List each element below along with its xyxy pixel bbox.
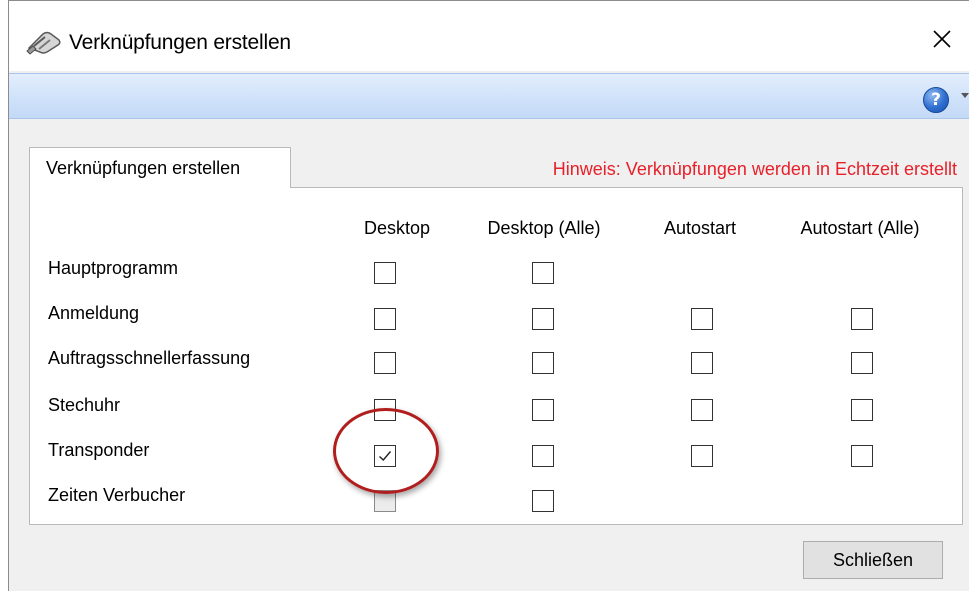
title-bar: Verknüpfungen erstellen xyxy=(9,1,969,71)
checkbox-stechuhr-autostart-alle[interactable] xyxy=(851,399,873,421)
checkbox-transponder-autostart-alle[interactable] xyxy=(851,445,873,467)
tab-verknuepfungen[interactable]: Verknüpfungen erstellen xyxy=(29,147,291,188)
close-button[interactable]: Schließen xyxy=(803,541,943,579)
column-header-autostart-all: Autostart (Alle) xyxy=(800,218,920,238)
row-label-zeiten-verbucher: Zeiten Verbucher xyxy=(48,485,186,505)
column-header-desktop: Desktop xyxy=(363,218,431,238)
chevron-down-icon[interactable] xyxy=(961,93,969,98)
checkbox-hauptprogramm-desktop-alle[interactable] xyxy=(532,262,554,284)
dialog-window: Verknüpfungen erstellen ? Verknüpfungen … xyxy=(8,0,969,591)
shortcut-panel: Desktop Desktop (Alle) Autostart Autosta… xyxy=(29,187,963,525)
column-header-desktop-all: Desktop (Alle) xyxy=(487,218,601,238)
row-label-anmeldung: Anmeldung xyxy=(48,303,140,323)
checkbox-anmeldung-desktop-alle[interactable] xyxy=(532,308,554,330)
checkbox-anmeldung-desktop[interactable] xyxy=(374,308,396,330)
row-label-auftragsschnellerfassung: Auftragsschnellerfassung xyxy=(48,348,251,368)
row-label-stechuhr: Stechuhr xyxy=(48,395,121,415)
checkbox-auftragsschnellerfassung-autostart-alle[interactable] xyxy=(851,352,873,374)
checkbox-zeiten-verbucher-desktop-alle[interactable] xyxy=(532,490,554,512)
checkbox-hauptprogramm-desktop[interactable] xyxy=(374,262,396,284)
checkmark-icon xyxy=(379,451,392,462)
window-close-button[interactable] xyxy=(915,15,969,67)
checkbox-stechuhr-autostart[interactable] xyxy=(691,399,713,421)
checkbox-zeiten-verbucher-desktop xyxy=(374,490,396,512)
column-header-autostart: Autostart xyxy=(663,218,737,238)
checkbox-auftragsschnellerfassung-desktop[interactable] xyxy=(374,352,396,374)
window-title: Verknüpfungen erstellen xyxy=(69,31,291,54)
close-icon xyxy=(932,29,952,54)
checkbox-auftragsschnellerfassung-desktop-alle[interactable] xyxy=(532,352,554,374)
checkbox-anmeldung-autostart[interactable] xyxy=(691,308,713,330)
help-icon[interactable]: ? xyxy=(923,87,949,113)
checkbox-transponder-autostart[interactable] xyxy=(691,445,713,467)
checkbox-anmeldung-autostart-alle[interactable] xyxy=(851,308,873,330)
realtime-hint: Hinweis: Verknüpfungen werden in Echtzei… xyxy=(552,159,957,179)
checkbox-transponder-desktop-alle[interactable] xyxy=(532,445,554,467)
checkbox-auftragsschnellerfassung-autostart[interactable] xyxy=(691,352,713,374)
help-ribbon: ? xyxy=(9,73,969,119)
checkbox-stechuhr-desktop-alle[interactable] xyxy=(532,399,554,421)
row-label-transponder: Transponder xyxy=(48,440,150,460)
shortcut-chain-icon xyxy=(25,28,65,56)
row-label-hauptprogramm: Hauptprogramm xyxy=(48,258,179,278)
checkbox-stechuhr-desktop[interactable] xyxy=(374,399,396,421)
checkbox-transponder-desktop[interactable] xyxy=(374,445,396,467)
